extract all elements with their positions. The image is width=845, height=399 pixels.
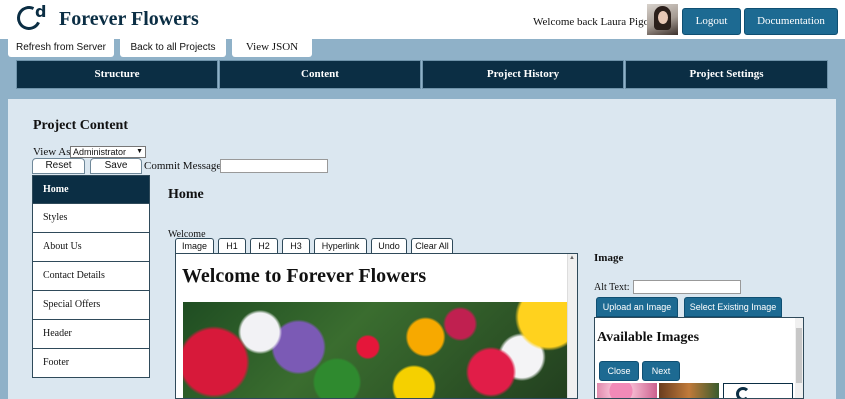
content-panel: Project Content View As Administrator ▼ … (8, 99, 836, 399)
image-thumbnail[interactable] (723, 383, 793, 398)
page-sidebar: Home Styles About Us Contact Details Spe… (32, 175, 150, 378)
nav-project-settings[interactable]: Project Settings (625, 60, 828, 89)
available-images-title: Available Images (597, 330, 700, 345)
alt-text-input[interactable] (633, 280, 741, 294)
app-title: Forever Flowers (59, 8, 199, 30)
editor-tab-h3[interactable]: H3 (282, 238, 310, 254)
commit-message-label: Commit Message: (144, 160, 225, 172)
nav-content[interactable]: Content (219, 60, 421, 89)
refresh-from-server-button[interactable]: Refresh from Server (8, 39, 114, 57)
close-button[interactable]: Close (599, 361, 639, 381)
editor-tab-undo[interactable]: Undo (371, 238, 407, 254)
sidebar-item-styles[interactable]: Styles (32, 204, 150, 233)
top-bar: d Forever Flowers Welcome back Laura Pig… (0, 0, 845, 39)
view-as-value: Administrator (73, 147, 127, 157)
next-button[interactable]: Next (642, 361, 680, 381)
save-button[interactable]: Save (90, 158, 142, 174)
sidebar-item-special-offers[interactable]: Special Offers (32, 291, 150, 320)
content-editor[interactable]: Welcome to Forever Flowers ▲ (175, 253, 578, 399)
editor-tab-clear-all[interactable]: Clear All (411, 238, 453, 254)
documentation-button[interactable]: Documentation (744, 8, 838, 35)
editor-tab-hyperlink[interactable]: Hyperlink (314, 238, 367, 254)
available-images-box: Available Images Close Next (594, 317, 804, 399)
main-nav: Structure Content Project History Projec… (16, 60, 828, 89)
sidebar-item-home[interactable]: Home (32, 175, 150, 204)
upload-image-button[interactable]: Upload an Image (596, 297, 678, 317)
reset-button[interactable]: Reset (32, 158, 85, 174)
project-content-title: Project Content (33, 118, 128, 133)
image-thumbnail[interactable] (597, 383, 657, 398)
editor-scrollbar[interactable]: ▲ (567, 254, 577, 398)
nav-structure[interactable]: Structure (16, 60, 218, 89)
sidebar-item-footer[interactable]: Footer (32, 349, 150, 378)
available-images-scrollbar[interactable] (795, 318, 803, 398)
view-json-button[interactable]: View JSON (232, 39, 312, 57)
alt-text-label: Alt Text: (594, 282, 630, 293)
user-avatar (647, 4, 678, 35)
editor-tab-h2[interactable]: H2 (250, 238, 278, 254)
view-as-label: View As (33, 146, 71, 158)
logo-icon: d (13, 2, 47, 35)
image-panel-title: Image (594, 252, 624, 264)
commit-message-input[interactable] (220, 159, 328, 173)
editor-tab-h1[interactable]: H1 (218, 238, 246, 254)
sidebar-item-header[interactable]: Header (32, 320, 150, 349)
editor-heading: Welcome to Forever Flowers (182, 265, 427, 287)
sidebar-item-contact-details[interactable]: Contact Details (32, 262, 150, 291)
page-heading: Home (168, 187, 204, 202)
flowers-image (183, 302, 568, 398)
logout-button[interactable]: Logout (682, 8, 741, 35)
nav-project-history[interactable]: Project History (422, 60, 624, 89)
back-to-projects-button[interactable]: Back to all Projects (120, 39, 226, 57)
sidebar-item-about-us[interactable]: About Us (32, 233, 150, 262)
view-as-select[interactable]: Administrator ▼ (70, 146, 146, 158)
image-thumbnail[interactable] (659, 383, 719, 398)
scroll-up-icon[interactable]: ▲ (569, 255, 575, 261)
select-existing-image-button[interactable]: Select Existing Image (684, 297, 782, 317)
welcome-message: Welcome back Laura Pigott (533, 16, 656, 28)
logo-letter: d (35, 2, 47, 21)
editor-tab-image[interactable]: Image (175, 238, 214, 254)
dropdown-arrow-icon: ▼ (136, 148, 143, 155)
